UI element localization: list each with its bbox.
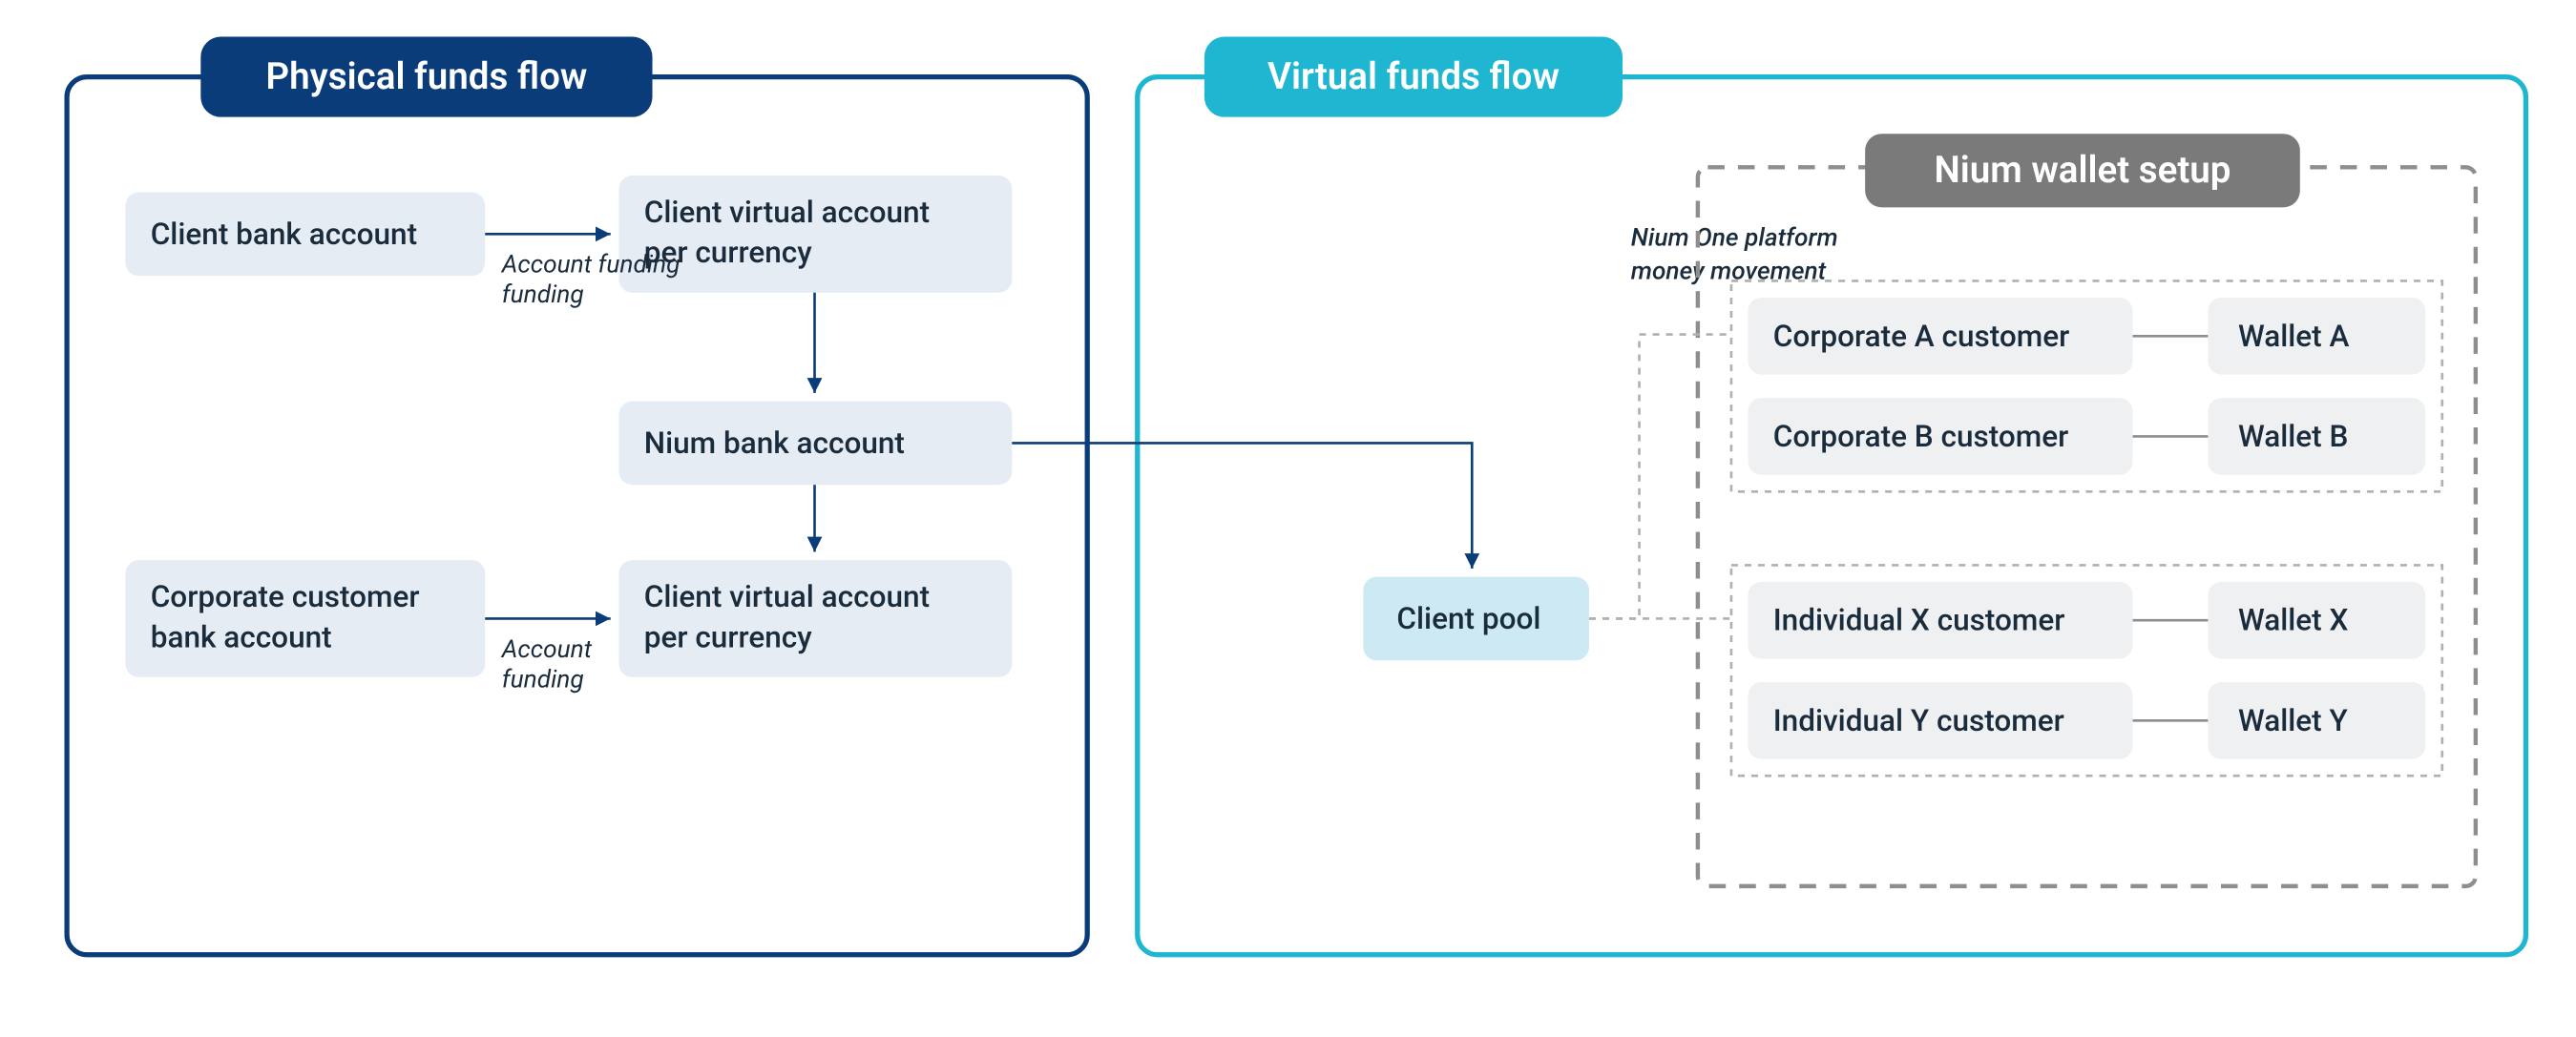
label-l2: bank account xyxy=(151,619,332,654)
svg-text:funding: funding xyxy=(502,280,584,309)
wallet: Wallet Y xyxy=(2238,703,2349,738)
link-pool-to-corporate xyxy=(1589,335,1731,619)
customer: Individual Y customer xyxy=(1773,703,2064,738)
node-nium-bank: Nium bank account xyxy=(618,402,1012,486)
note-l2: money movement xyxy=(1631,258,1827,286)
wallet-row-0: Corporate A customer Wallet A xyxy=(1748,298,2425,375)
edge-nium-to-client-pool xyxy=(1012,443,1472,568)
label: Client bank account xyxy=(151,217,417,252)
virtual-panel: Virtual funds flow Client pool Nium One … xyxy=(1138,37,2526,955)
wallet: Wallet X xyxy=(2238,603,2349,638)
svg-text:Client virtual account: Client virtual account xyxy=(644,195,930,230)
wallet-row-2: Individual X customer Wallet X xyxy=(1748,582,2425,659)
wallet: Wallet A xyxy=(2238,319,2350,354)
label: Nium bank account xyxy=(644,425,905,461)
wallet-setup-title: Nium wallet setup xyxy=(1934,149,2230,192)
node-client-bank: Client bank account xyxy=(125,193,485,277)
label-l1: Client virtual account xyxy=(644,195,930,230)
label-l1: Corporate customer xyxy=(151,579,420,614)
svg-text:per currency: per currency xyxy=(644,619,812,654)
funds-flow-diagram: Physical funds flow Client bank account … xyxy=(0,0,2576,1037)
wallet-row-1: Corporate B customer Wallet B xyxy=(1748,398,2425,475)
physical-title: Physical funds flow xyxy=(265,55,587,98)
svg-text:funding: funding xyxy=(502,665,584,694)
customer: Corporate A customer xyxy=(1773,319,2070,354)
node-corporate-bank: Corporate customer bank account xyxy=(125,560,485,677)
node-client-pool: Client pool xyxy=(1363,577,1589,661)
wallet: Wallet B xyxy=(2238,419,2348,454)
node-client-virtual-bottom: Client virtual account per currency xyxy=(618,560,1012,677)
svg-text:Client virtual account: Client virtual account xyxy=(644,579,930,614)
customer: Individual X customer xyxy=(1773,603,2065,638)
customer: Corporate B customer xyxy=(1773,419,2069,454)
edge-label-1: Account funding xyxy=(500,251,681,280)
label: Client pool xyxy=(1396,601,1540,636)
note-l1: Nium One platform xyxy=(1631,224,1838,253)
physical-panel: Physical funds flow Client bank account … xyxy=(67,37,1087,955)
virtual-title: Virtual funds flow xyxy=(1267,55,1560,98)
svg-text:Account: Account xyxy=(500,635,593,664)
wallet-row-3: Individual Y customer Wallet Y xyxy=(1748,682,2425,759)
